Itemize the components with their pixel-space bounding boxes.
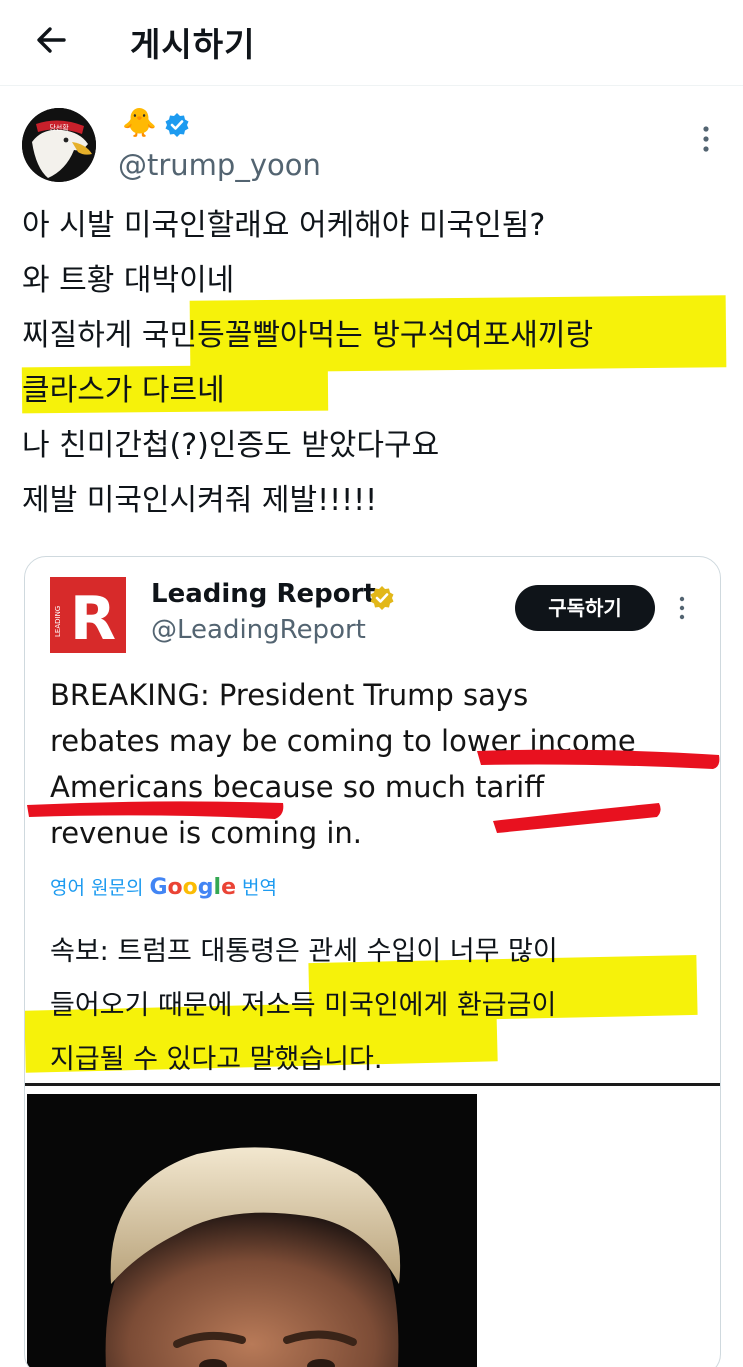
- verified-gold-badge-icon: [370, 586, 394, 610]
- avatar[interactable]: 당선확: [22, 108, 96, 182]
- post-line: 아 시발 미국인할래요 어케해야 미국인됨?: [22, 208, 546, 243]
- attached-photo[interactable]: [27, 1094, 477, 1367]
- leading-report-logo[interactable]: R LEADING: [50, 577, 126, 654]
- quoted-line: BREAKING: President Trump says: [50, 678, 529, 712]
- svg-text:R: R: [70, 584, 116, 653]
- svg-text:LEADING: LEADING: [54, 606, 62, 637]
- red-underline-mark: [493, 803, 661, 833]
- page-title: 게시하기: [130, 25, 256, 64]
- quoted-author-name[interactable]: Leading Report: [151, 579, 376, 609]
- author-name[interactable]: 🐥: [122, 106, 157, 140]
- quoted-post-card[interactable]: R LEADING Leading Report @LeadingReport …: [24, 556, 721, 1367]
- eagle-avatar-icon: 당선확: [22, 108, 96, 182]
- divider: [25, 1083, 720, 1086]
- red-underline-mark: [477, 749, 720, 769]
- verified-badge-icon: [165, 113, 189, 137]
- author-handle[interactable]: @trump_yoon: [118, 148, 321, 182]
- quoted-author-handle[interactable]: @LeadingReport: [151, 615, 366, 645]
- more-options-icon[interactable]: [694, 124, 718, 154]
- post-line: 나 친미간첩(?)인증도 받았다구요: [22, 428, 440, 463]
- avatar-badge: 당선확: [49, 123, 69, 132]
- more-options-icon[interactable]: [675, 595, 689, 621]
- leading-report-logo-icon: R LEADING: [50, 577, 126, 654]
- trump-portrait-image: [27, 1094, 477, 1367]
- google-wordmark: Google: [149, 875, 237, 900]
- arrow-left-icon[interactable]: [30, 20, 74, 60]
- post-line: 제발 미국인시켜줘 제발!!!!!: [22, 483, 378, 518]
- red-underline-mark: [27, 801, 284, 819]
- subscribe-button[interactable]: 구독하기: [515, 585, 655, 631]
- translate-link[interactable]: 영어 원문의 Google 번역: [50, 873, 277, 900]
- top-bar: 게시하기: [0, 0, 743, 86]
